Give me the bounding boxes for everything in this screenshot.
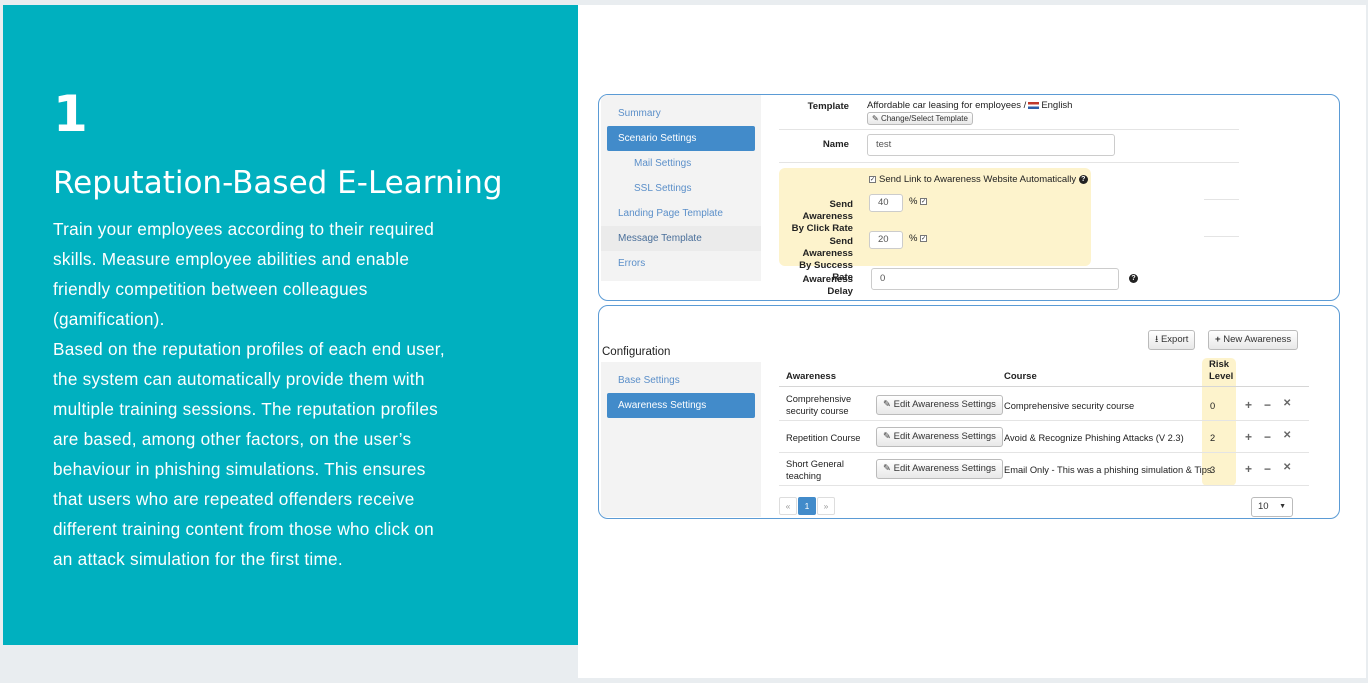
awareness-name: Repetition Course xyxy=(786,433,861,443)
checkbox-checked[interactable]: ✓ xyxy=(920,234,928,242)
template-label: Template xyxy=(807,101,849,112)
edit-awareness-button[interactable]: ✎ Edit Awareness Settings xyxy=(876,395,1003,415)
add-icon[interactable]: + xyxy=(1245,462,1252,476)
add-icon[interactable]: + xyxy=(1245,430,1252,444)
divider xyxy=(779,485,1309,486)
delay-input[interactable]: 0 xyxy=(871,268,1119,290)
promo-description: Train your employees according to their … xyxy=(53,214,523,574)
promo-line: (gamification). xyxy=(53,309,165,329)
name-label: Name xyxy=(822,139,849,150)
risk-level: 2 xyxy=(1210,433,1216,443)
divider xyxy=(779,129,1239,130)
promo-line: different training content from those wh… xyxy=(53,519,434,539)
column-header-awareness: Awareness xyxy=(786,371,836,382)
edit-icon: ✎ xyxy=(872,114,879,123)
sidebar-item-summary[interactable]: Summary xyxy=(601,101,761,126)
help-icon[interactable]: ? xyxy=(1078,174,1088,184)
checkbox-checked[interactable]: ✓ xyxy=(869,175,876,183)
promo-line: are based, among other factors, on the u… xyxy=(53,429,412,449)
click-rate-input[interactable]: 40 xyxy=(869,194,903,212)
plus-icon: + xyxy=(1215,334,1221,345)
remove-icon[interactable]: − xyxy=(1264,398,1271,412)
screenshot-panel: Summary Scenario Settings Mail Settings … xyxy=(578,5,1366,678)
add-icon[interactable]: + xyxy=(1245,398,1252,412)
promo-heading: Reputation-Based E-Learning xyxy=(53,165,503,201)
help-icon[interactable]: ? xyxy=(1129,274,1138,283)
table-header-divider xyxy=(779,386,1309,387)
delete-icon[interactable]: ✕ xyxy=(1283,430,1291,441)
course-name: Comprehensive security course xyxy=(1004,401,1135,411)
remove-icon[interactable]: − xyxy=(1264,462,1271,476)
edit-icon: ✎ xyxy=(883,463,891,474)
sidebar-item-ssl-settings[interactable]: SSL Settings xyxy=(601,176,761,201)
risk-level: 0 xyxy=(1210,401,1216,411)
success-rate-unit: % ✓ xyxy=(909,233,928,244)
edit-awareness-button[interactable]: ✎ Edit Awareness Settings xyxy=(876,427,1003,447)
awareness-name: Comprehensive security course xyxy=(786,394,852,416)
configuration-box: Configuration Base Settings Awareness Se… xyxy=(598,305,1340,519)
divider xyxy=(779,162,1239,163)
page-size-select[interactable]: 10 ▼ xyxy=(1251,497,1293,517)
column-header-risk-level: Risk Level xyxy=(1209,359,1234,382)
edit-awareness-button[interactable]: ✎ Edit Awareness Settings xyxy=(876,459,1003,479)
sidebar-item-scenario-settings[interactable]: Scenario Settings xyxy=(607,126,755,151)
promo-panel: 1 Reputation-Based E-Learning Train your… xyxy=(3,5,578,645)
click-rate-unit: % ✓ xyxy=(909,196,928,207)
sidebar-item-errors[interactable]: Errors xyxy=(601,251,761,276)
promo-line: an attack simulation for the first time. xyxy=(53,549,343,569)
promo-line: that users who are repeated offenders re… xyxy=(53,489,415,509)
sidebar-item-awareness-settings[interactable]: Awareness Settings xyxy=(607,393,755,418)
divider xyxy=(1204,236,1239,237)
divider xyxy=(779,420,1309,421)
delete-icon[interactable]: ✕ xyxy=(1283,398,1291,409)
new-awareness-button[interactable]: + New Awareness xyxy=(1208,330,1299,350)
edit-icon: ✎ xyxy=(883,431,891,442)
step-number: 1 xyxy=(53,85,88,143)
pager-page-1[interactable]: 1 xyxy=(798,497,816,515)
awareness-name: Short General teaching xyxy=(786,459,844,481)
configuration-sidebar: Base Settings Awareness Settings xyxy=(601,362,761,517)
export-button[interactable]: ⭳ Export xyxy=(1148,330,1196,350)
remove-icon[interactable]: − xyxy=(1264,430,1271,444)
sidebar-item-base-settings[interactable]: Base Settings xyxy=(601,368,761,393)
send-link-checkbox-row[interactable]: ✓ Send Link to Awareness Website Automati… xyxy=(869,174,1088,185)
checkbox-checked[interactable]: ✓ xyxy=(920,197,928,205)
success-rate-input[interactable]: 20 xyxy=(869,231,903,249)
promo-line: Based on the reputation profiles of each… xyxy=(53,339,445,359)
promo-line: Train your employees according to their … xyxy=(53,219,435,239)
promo-line: friendly competition between colleagues xyxy=(53,279,368,299)
change-template-button[interactable]: ✎ Change/Select Template xyxy=(867,112,973,125)
pager-next[interactable]: » xyxy=(817,497,835,515)
export-icon: ⭳ xyxy=(1155,334,1159,345)
name-input[interactable]: test xyxy=(867,134,1115,156)
risk-level: 3 xyxy=(1210,465,1216,475)
sidebar-item-landing-page-template[interactable]: Landing Page Template xyxy=(601,201,761,226)
promo-line: the system can automatically provide the… xyxy=(53,369,425,389)
delay-label: Awareness Delay xyxy=(802,274,854,297)
promo-line: skills. Measure employee abilities and e… xyxy=(53,249,410,269)
edit-icon: ✎ xyxy=(883,399,891,410)
promo-line: multiple training sessions. The reputati… xyxy=(53,399,439,419)
course-name: Email Only - This was a phishing simulat… xyxy=(1004,465,1212,475)
pager-prev[interactable]: « xyxy=(779,497,797,515)
sidebar-item-mail-settings[interactable]: Mail Settings xyxy=(601,151,761,176)
delete-icon[interactable]: ✕ xyxy=(1283,462,1291,473)
sidebar-item-message-template[interactable]: Message Template xyxy=(601,226,761,251)
chevron-down-icon: ▼ xyxy=(1279,503,1286,510)
divider xyxy=(779,452,1309,453)
scenario-settings-box: Summary Scenario Settings Mail Settings … xyxy=(598,94,1340,301)
scenario-sidebar: Summary Scenario Settings Mail Settings … xyxy=(601,95,761,281)
configuration-title: Configuration xyxy=(602,346,671,358)
column-header-course: Course xyxy=(1004,371,1037,382)
promo-line: behaviour in phishing simulations. This … xyxy=(53,459,426,479)
click-rate-label: Send Awareness By Click Rate xyxy=(791,199,853,234)
divider xyxy=(1204,199,1239,200)
us-flag-icon xyxy=(1028,101,1040,109)
template-value: Affordable car leasing for employees / En… xyxy=(867,100,1073,111)
course-name: Avoid & Recognize Phishing Attacks (V 2.… xyxy=(1004,433,1184,443)
